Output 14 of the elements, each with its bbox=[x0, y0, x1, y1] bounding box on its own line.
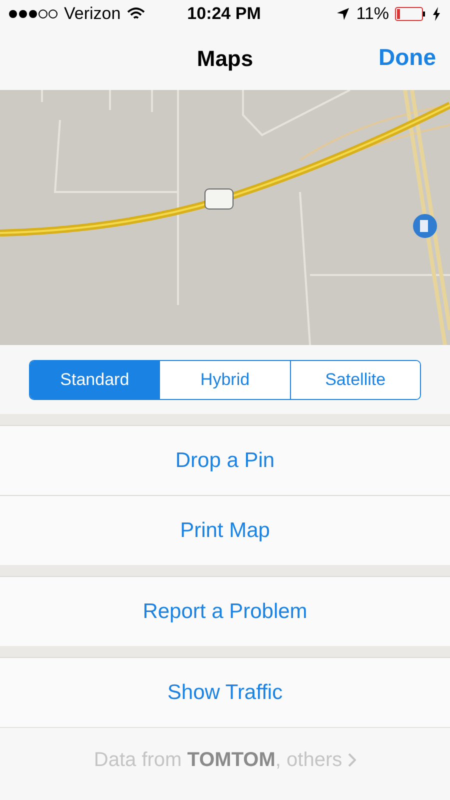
signal-icon bbox=[8, 9, 58, 19]
chevron-icon bbox=[348, 753, 356, 767]
screen-title: Maps bbox=[196, 46, 254, 72]
clock-time: 10:24 PM bbox=[187, 4, 261, 24]
carrier-name: Verizon bbox=[64, 4, 121, 24]
location-arrow-icon bbox=[336, 7, 350, 21]
map-type-tab[interactable]: Standard bbox=[30, 361, 160, 399]
battery-percent: 11% bbox=[356, 4, 390, 24]
charging-bolt-icon bbox=[433, 7, 440, 21]
map-type-tab[interactable]: Hybrid bbox=[159, 361, 290, 399]
wifi-icon bbox=[126, 7, 145, 21]
map-type-tab[interactable]: Satellite bbox=[290, 361, 420, 399]
battery-icon bbox=[395, 7, 428, 21]
done-button[interactable]: Done bbox=[376, 42, 438, 73]
